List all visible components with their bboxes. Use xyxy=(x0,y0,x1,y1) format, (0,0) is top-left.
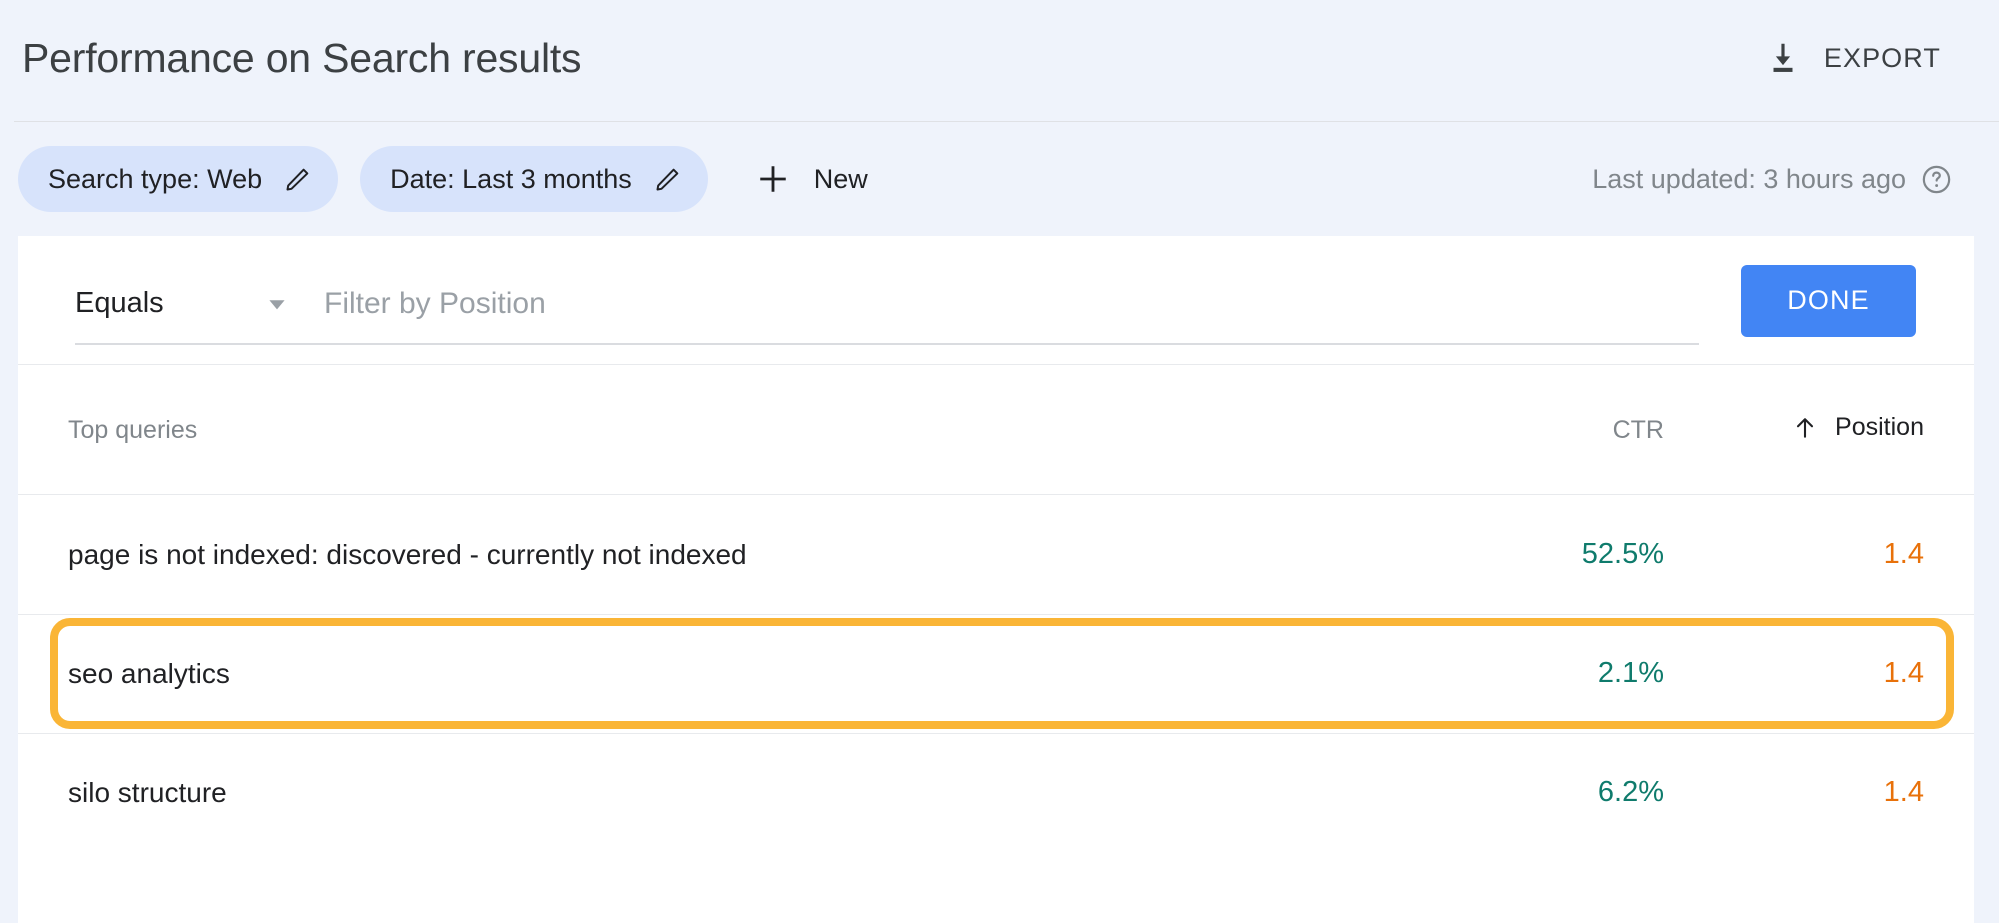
filter-input-wrap: Equals Filter by Position xyxy=(75,263,1699,345)
export-label: EXPORT xyxy=(1823,42,1941,73)
column-header-position[interactable]: Position xyxy=(1664,413,1944,447)
pencil-icon xyxy=(654,165,682,193)
table-row[interactable]: silo structure 6.2% 1.4 xyxy=(18,733,1974,852)
filter-input-underline xyxy=(75,342,1699,345)
chevron-down-icon[interactable] xyxy=(264,291,290,317)
cell-ctr: 6.2% xyxy=(1597,776,1664,808)
filter-operator-select[interactable]: Equals xyxy=(75,287,260,320)
chip-date-range[interactable]: Date: Last 3 months xyxy=(360,146,708,212)
arrow-up-icon xyxy=(1791,414,1819,442)
export-button[interactable]: EXPORT xyxy=(1764,39,1941,83)
column-header-top-queries[interactable]: Top queries xyxy=(68,416,1334,445)
column-header-ctr[interactable]: CTR xyxy=(1334,416,1664,445)
cell-position: 1.4 xyxy=(1883,657,1924,689)
column-header-position-label: Position xyxy=(1835,413,1924,442)
table-row[interactable]: page is not indexed: discovered - curren… xyxy=(18,495,1974,614)
column-header-top-queries-label: Top queries xyxy=(68,415,198,444)
table-header-row: Top queries CTR Position xyxy=(18,365,1974,495)
add-new-filter-button[interactable]: New xyxy=(730,146,894,212)
plus-icon xyxy=(756,162,790,196)
cell-ctr: 52.5% xyxy=(1581,538,1664,570)
add-new-filter-label: New xyxy=(813,163,868,194)
cell-ctr: 2.1% xyxy=(1597,657,1664,689)
chip-search-type-label: Search type: Web xyxy=(48,163,263,194)
cell-query: page is not indexed: discovered - curren… xyxy=(68,538,747,570)
last-updated: Last updated: 3 hours ago xyxy=(1592,163,1953,196)
filter-editor-row: Equals Filter by Position DONE xyxy=(18,236,1974,365)
filter-chip-bar: Search type: Web Date: Last 3 months New… xyxy=(0,122,1999,236)
header-divider xyxy=(14,121,1999,122)
performance-card: Equals Filter by Position DONE Top queri… xyxy=(18,236,1974,923)
cell-position: 1.4 xyxy=(1883,538,1924,570)
done-button[interactable]: DONE xyxy=(1741,264,1916,337)
page-title: Performance on Search results xyxy=(22,34,582,81)
filter-value-input[interactable]: Filter by Position xyxy=(324,287,546,321)
last-updated-text: Last updated: 3 hours ago xyxy=(1592,163,1906,194)
chip-search-type[interactable]: Search type: Web xyxy=(18,146,339,212)
queries-table: Top queries CTR Position page is not ind… xyxy=(18,365,1974,852)
download-icon xyxy=(1764,39,1802,77)
column-header-ctr-label: CTR xyxy=(1612,415,1664,444)
chip-date-range-label: Date: Last 3 months xyxy=(390,163,632,194)
pencil-icon xyxy=(284,165,312,193)
cell-query: silo structure xyxy=(68,776,227,808)
cell-position: 1.4 xyxy=(1883,776,1924,808)
page-header: Performance on Search results EXPORT xyxy=(0,0,1999,122)
table-row[interactable]: seo analytics 2.1% 1.4 xyxy=(18,614,1974,733)
cell-query: seo analytics xyxy=(68,657,230,689)
help-circle-icon[interactable] xyxy=(1920,163,1953,196)
